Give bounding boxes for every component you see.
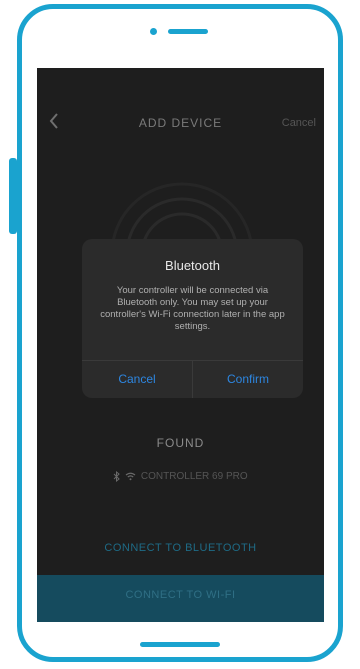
found-label: FOUND [156,436,205,450]
dialog-message: Your controller will be connected via Bl… [100,285,285,332]
bluetooth-icon [114,471,121,482]
phone-speaker [168,29,208,34]
app-screen: ADD DEVICE Cancel FOUND CONTROLLER 69 PR… [37,68,324,622]
bluetooth-dialog: Bluetooth Your controller will be connec… [82,239,303,398]
dialog-cancel-button[interactable]: Cancel [82,360,192,398]
phone-side-button [9,158,17,234]
page: ADD DEVICE Cancel FOUND CONTROLLER 69 PR… [0,0,360,669]
connect-wifi-button[interactable]: CONNECT TO WI-FI [37,575,324,622]
found-device-item[interactable]: CONTROLLER 69 PRO [37,471,324,482]
connect-bluetooth-button[interactable]: CONNECT TO BLUETOOTH [37,542,324,554]
phone-camera [150,28,157,35]
wifi-icon [125,472,136,481]
dialog-confirm-button[interactable]: Confirm [193,360,303,398]
device-name: CONTROLLER 69 PRO [140,471,248,482]
dialog-title: Bluetooth [165,258,220,273]
phone-home-bar [140,642,220,647]
nav-cancel-button[interactable]: Cancel [282,117,316,129]
